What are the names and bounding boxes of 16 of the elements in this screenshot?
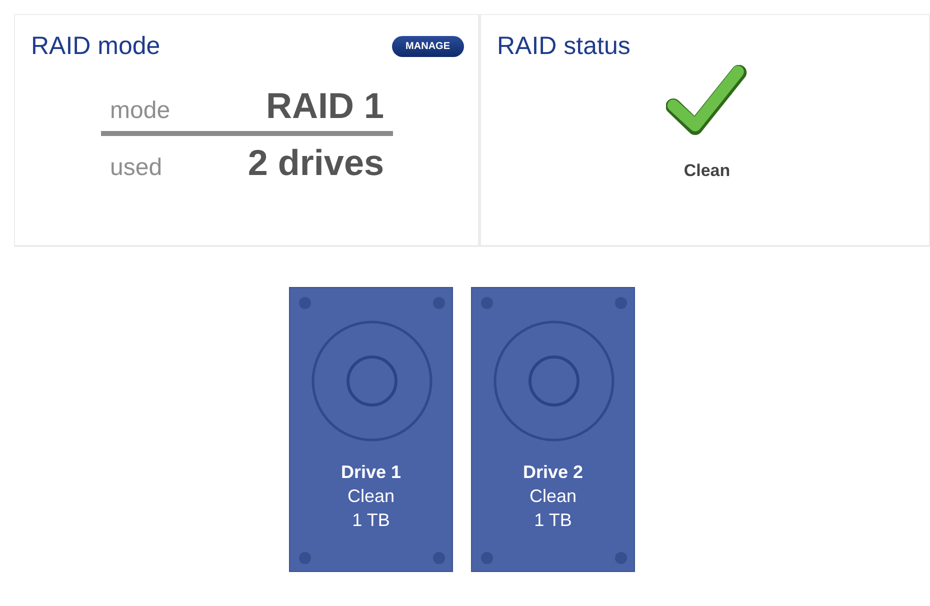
panel-title: RAID status: [497, 31, 632, 61]
drive-name: Drive 1: [340, 461, 402, 484]
drive-card[interactable]: Drive 1 Clean 1 TB: [289, 287, 453, 572]
manage-button[interactable]: MANAGE: [392, 36, 464, 56]
drive-name: Drive 2: [522, 461, 584, 484]
status-label: Clean: [684, 161, 730, 181]
field-label: mode: [110, 97, 170, 125]
field-label: used: [110, 154, 162, 182]
panel-title: RAID mode: [31, 31, 160, 61]
drive-size: 1 TB: [534, 509, 572, 532]
drive-status: Clean: [347, 485, 395, 508]
field-value: RAID 1: [266, 85, 384, 127]
drive-status: Clean: [529, 485, 577, 508]
field-value: 2 drives: [248, 142, 384, 184]
drive-size: 1 TB: [352, 509, 390, 532]
drive-card[interactable]: Drive 2 Clean 1 TB: [471, 287, 635, 572]
